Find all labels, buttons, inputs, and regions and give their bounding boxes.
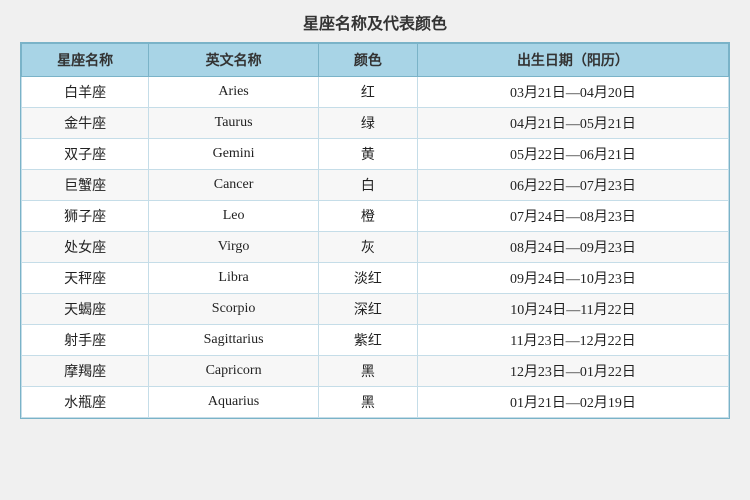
cell-zodiac-name: 白羊座 [22,77,149,108]
table-row: 白羊座Aries红03月21日—04月20日 [22,77,729,108]
cell-date: 10月24日—11月22日 [417,294,728,325]
cell-date: 03月21日—04月20日 [417,77,728,108]
cell-english-name: Capricorn [149,356,319,387]
cell-color: 白 [318,170,417,201]
table-row: 狮子座Leo橙07月24日—08月23日 [22,201,729,232]
cell-color: 灰 [318,232,417,263]
zodiac-table-wrapper: 星座名称 英文名称 颜色 出生日期（阳历） 白羊座Aries红03月21日—04… [20,42,730,419]
cell-date: 07月24日—08月23日 [417,201,728,232]
table-row: 射手座Sagittarius紫红11月23日—12月22日 [22,325,729,356]
cell-zodiac-name: 射手座 [22,325,149,356]
cell-english-name: Virgo [149,232,319,263]
cell-zodiac-name: 天蝎座 [22,294,149,325]
table-row: 天蝎座Scorpio深红10月24日—11月22日 [22,294,729,325]
cell-zodiac-name: 双子座 [22,139,149,170]
cell-color: 橙 [318,201,417,232]
header-name: 星座名称 [22,44,149,77]
cell-color: 淡红 [318,263,417,294]
cell-english-name: Gemini [149,139,319,170]
cell-english-name: Cancer [149,170,319,201]
cell-date: 04月21日—05月21日 [417,108,728,139]
cell-date: 12月23日—01月22日 [417,356,728,387]
cell-english-name: Aquarius [149,387,319,418]
cell-zodiac-name: 处女座 [22,232,149,263]
cell-zodiac-name: 狮子座 [22,201,149,232]
page-title: 星座名称及代表颜色 [303,10,447,34]
table-row: 双子座Gemini黄05月22日—06月21日 [22,139,729,170]
cell-date: 08月24日—09月23日 [417,232,728,263]
cell-english-name: Leo [149,201,319,232]
cell-color: 黄 [318,139,417,170]
cell-english-name: Taurus [149,108,319,139]
cell-zodiac-name: 巨蟹座 [22,170,149,201]
cell-color: 黑 [318,387,417,418]
cell-color: 绿 [318,108,417,139]
cell-date: 01月21日—02月19日 [417,387,728,418]
table-row: 处女座Virgo灰08月24日—09月23日 [22,232,729,263]
cell-english-name: Libra [149,263,319,294]
table-row: 金牛座Taurus绿04月21日—05月21日 [22,108,729,139]
header-color: 颜色 [318,44,417,77]
cell-date: 05月22日—06月21日 [417,139,728,170]
table-row: 水瓶座Aquarius黑01月21日—02月19日 [22,387,729,418]
cell-color: 深红 [318,294,417,325]
cell-color: 紫红 [318,325,417,356]
cell-zodiac-name: 天秤座 [22,263,149,294]
table-header-row: 星座名称 英文名称 颜色 出生日期（阳历） [22,44,729,77]
cell-color: 黑 [318,356,417,387]
cell-english-name: Aries [149,77,319,108]
table-row: 巨蟹座Cancer白06月22日—07月23日 [22,170,729,201]
cell-color: 红 [318,77,417,108]
cell-date: 06月22日—07月23日 [417,170,728,201]
cell-date: 11月23日—12月22日 [417,325,728,356]
cell-date: 09月24日—10月23日 [417,263,728,294]
cell-english-name: Scorpio [149,294,319,325]
zodiac-table: 星座名称 英文名称 颜色 出生日期（阳历） 白羊座Aries红03月21日—04… [21,43,729,418]
cell-zodiac-name: 摩羯座 [22,356,149,387]
cell-zodiac-name: 水瓶座 [22,387,149,418]
cell-english-name: Sagittarius [149,325,319,356]
header-date: 出生日期（阳历） [417,44,728,77]
header-english: 英文名称 [149,44,319,77]
table-row: 天秤座Libra淡红09月24日—10月23日 [22,263,729,294]
table-row: 摩羯座Capricorn黑12月23日—01月22日 [22,356,729,387]
cell-zodiac-name: 金牛座 [22,108,149,139]
